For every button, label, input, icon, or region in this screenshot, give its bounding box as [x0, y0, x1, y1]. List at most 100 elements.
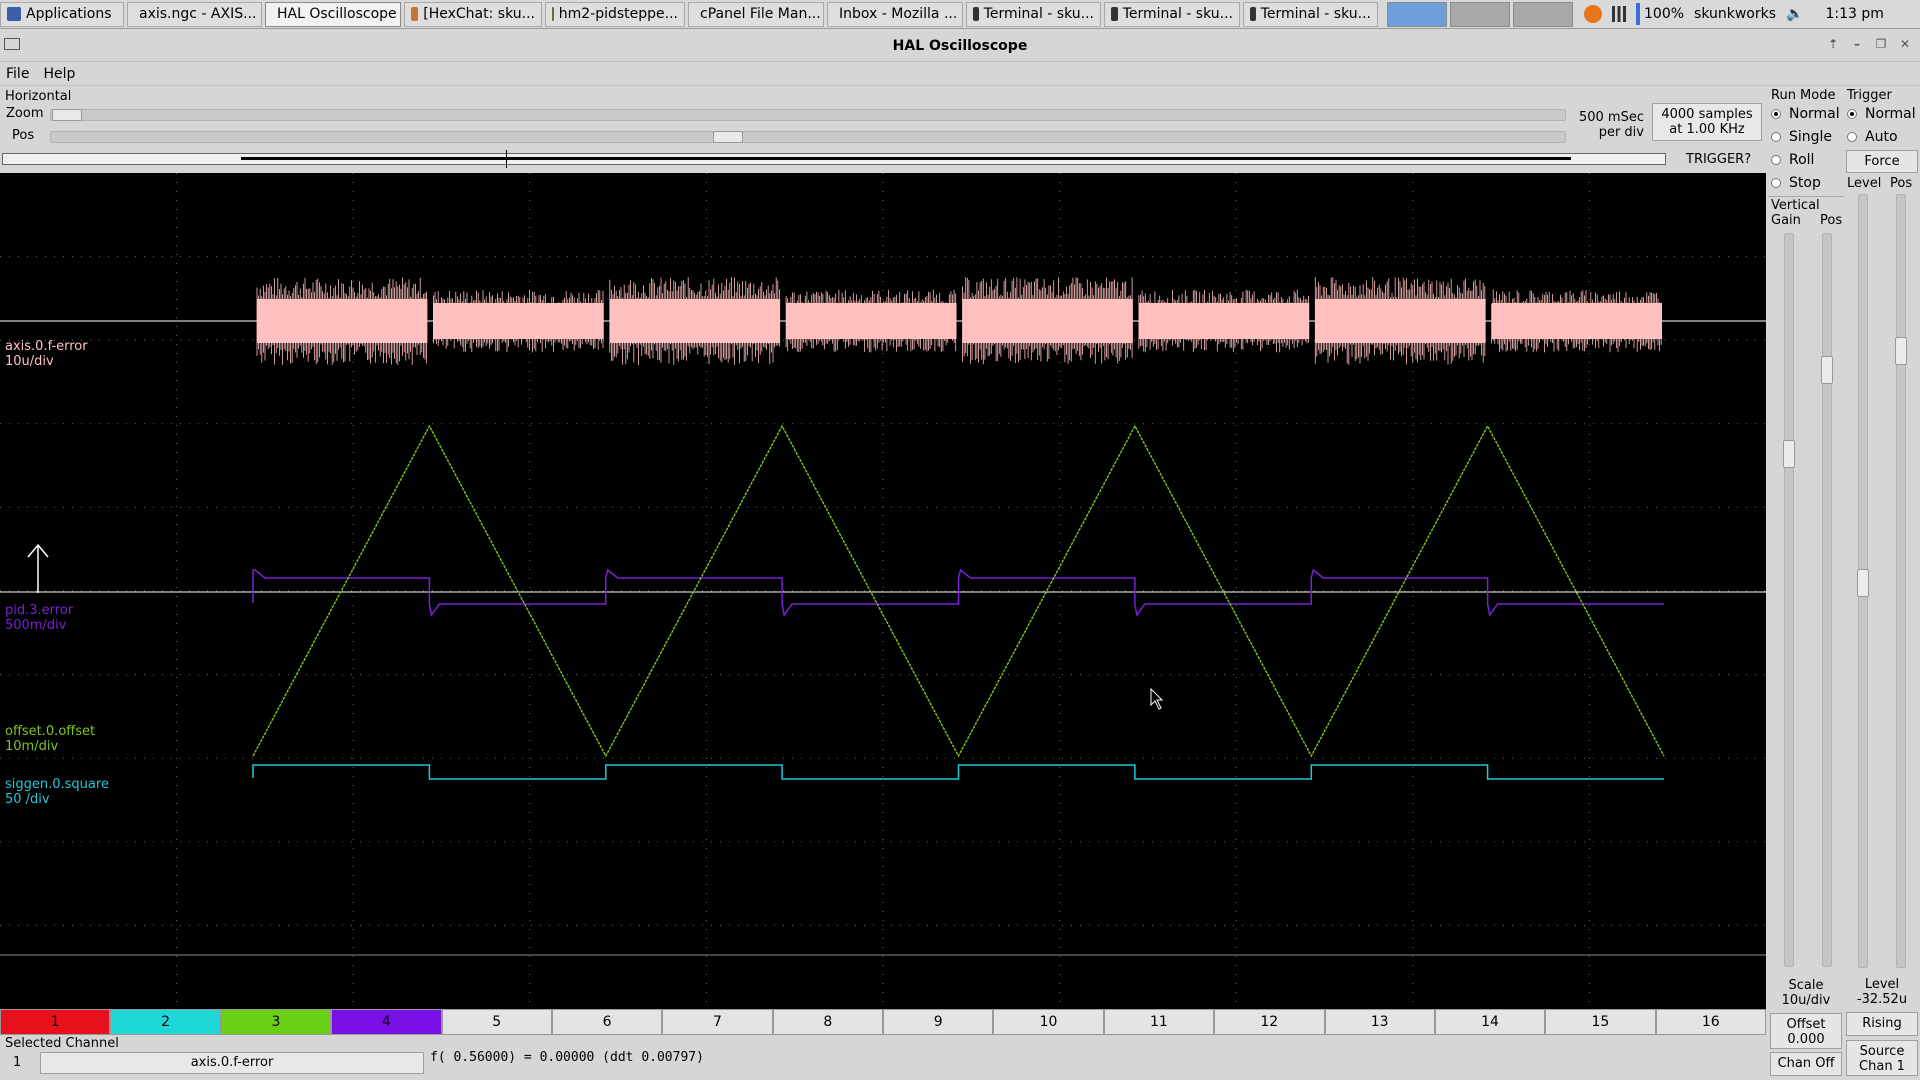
menu-help[interactable]: Help	[43, 66, 75, 82]
channel-button-9[interactable]: 9	[883, 1009, 994, 1035]
channel-button-11[interactable]: 11	[1103, 1009, 1215, 1035]
taskbar-item-4[interactable]: hm2-pidsteppe...	[545, 1, 685, 27]
channel-button-4[interactable]: 4	[331, 1009, 442, 1035]
channel-button-8[interactable]: 8	[772, 1009, 883, 1035]
position-slider[interactable]	[50, 131, 1566, 143]
force-trigger-button[interactable]: Force	[1846, 150, 1918, 173]
trigger-edge-button[interactable]: Rising	[1846, 1012, 1918, 1036]
taskbar-item-6[interactable]: Inbox - Mozilla ...	[827, 1, 963, 27]
trigger-source-title: Source	[1859, 1044, 1905, 1059]
channel-4-scale: 500m/div	[5, 618, 67, 633]
trigger-level-value: -32.52u	[1856, 992, 1908, 1007]
channel-button-5[interactable]: 5	[441, 1009, 552, 1035]
trigger-level-label: Level	[1847, 176, 1882, 191]
trigger-mode-auto[interactable]: Auto	[1847, 129, 1898, 145]
trigger-level-readout: Level -32.52u	[1844, 977, 1920, 1007]
window-title: HAL Oscilloscope	[892, 37, 1028, 54]
selected-channel-name-button[interactable]: axis.0.f-error	[40, 1052, 424, 1074]
taskbar-item-2[interactable]: HAL Oscilloscope	[265, 1, 401, 27]
channel-button-12[interactable]: 12	[1214, 1009, 1325, 1035]
workspace-3[interactable]	[1513, 1, 1573, 27]
channel-3-name: offset.0.offset	[5, 724, 96, 739]
terminal-icon	[973, 7, 979, 21]
gain-slider[interactable]	[1783, 233, 1795, 967]
network-icon[interactable]	[1612, 6, 1626, 22]
trigger-level-thumb[interactable]	[1857, 569, 1869, 597]
system-tray: 100% skunkworks 🔈 1:13 pm	[1584, 3, 1894, 25]
channel-button-16[interactable]: 16	[1655, 1009, 1766, 1035]
volume-icon[interactable]: 🔈	[1786, 6, 1803, 22]
vertical-pos-label: Pos	[1820, 213, 1843, 228]
position-slider-thumb[interactable]	[713, 131, 743, 143]
scale-readout: Scale 10u/div	[1768, 978, 1844, 1008]
taskbar-item-7[interactable]: Terminal - sku...	[966, 1, 1101, 27]
shade-icon[interactable]: ⇡	[1824, 37, 1842, 53]
channel-3-label: offset.0.offset 10m/div	[5, 724, 95, 754]
channel-button-2[interactable]: 2	[110, 1009, 221, 1035]
title-bar[interactable]: HAL Oscilloscope ⇡ – ❐ ✕	[0, 30, 1920, 62]
run-mode-stop[interactable]: Stop	[1771, 175, 1821, 191]
chan-off-button[interactable]: Chan Off	[1770, 1052, 1842, 1076]
channel-4-label: pid.3.error 500m/div	[5, 603, 73, 633]
channel-button-7[interactable]: 7	[662, 1009, 773, 1035]
taskbar-item-label: Terminal - sku...	[983, 6, 1094, 22]
maximize-icon[interactable]: ❐	[1872, 37, 1890, 53]
minimize-icon[interactable]: –	[1848, 37, 1866, 53]
menu-bar: File Help	[0, 62, 1920, 86]
samples-count: 4000 samples	[1661, 107, 1753, 122]
pos-label: Pos	[12, 128, 35, 143]
taskbar-item-label: axis.ngc - AXIS...	[139, 6, 257, 22]
channel-button-1[interactable]: 1	[0, 1009, 111, 1035]
trigger-pos-label: Pos	[1890, 176, 1913, 191]
trigger-mode-normal[interactable]: Normal	[1847, 106, 1916, 122]
scope-display[interactable]: axis.0.f-error 10u/div pid.3.error 500m/…	[0, 173, 1766, 1009]
run-mode-panel: Run Mode Normal Single Roll Stop	[1768, 88, 1844, 194]
run-mode-normal[interactable]: Normal	[1771, 106, 1840, 122]
sample-rate: at 1.00 KHz	[1669, 122, 1745, 137]
firefox-icon[interactable]	[1584, 5, 1602, 23]
channel-1-label: axis.0.f-error 10u/div	[5, 339, 88, 369]
channel-2-label: siggen.0.square 50 /div	[5, 777, 109, 807]
offset-button[interactable]: Offset 0.000	[1770, 1013, 1842, 1049]
samples-button[interactable]: 4000 samples at 1.00 KHz	[1652, 103, 1762, 141]
close-icon[interactable]: ✕	[1896, 37, 1914, 53]
vertical-pos-slider-thumb[interactable]	[1821, 356, 1833, 384]
taskbar-item-8[interactable]: Terminal - sku...	[1104, 1, 1240, 27]
trigger-pos-thumb[interactable]	[1895, 337, 1907, 365]
taskbar: Applications axis.ngc - AXIS... HAL Oscill…	[0, 0, 1920, 29]
zoom-slider[interactable]	[50, 109, 1566, 121]
channel-1-name: axis.0.f-error	[5, 339, 88, 354]
channel-button-3[interactable]: 3	[220, 1009, 332, 1035]
channel-button-15[interactable]: 15	[1545, 1009, 1656, 1035]
trigger-pos-slider[interactable]	[1895, 194, 1907, 968]
battery-icon[interactable]	[1636, 3, 1640, 25]
user-name[interactable]: skunkworks	[1694, 6, 1776, 22]
channel-button-10[interactable]: 10	[993, 1009, 1104, 1035]
run-mode-single[interactable]: Single	[1771, 129, 1832, 145]
taskbar-item-label: hm2-pidsteppe...	[558, 6, 678, 22]
taskbar-item-9[interactable]: Terminal - sku...	[1243, 1, 1378, 27]
horizontal-panel: Horizontal Zoom Pos 500 mSec per div 400…	[0, 88, 1768, 172]
taskbar-item-1[interactable]: axis.ngc - AXIS...	[127, 1, 262, 27]
trigger-level-slider[interactable]	[1857, 194, 1869, 968]
workspace-2[interactable]	[1450, 1, 1510, 27]
workspace-1[interactable]	[1387, 1, 1447, 27]
window-icon[interactable]	[4, 38, 20, 50]
gain-slider-thumb[interactable]	[1783, 440, 1795, 468]
channel-button-13[interactable]: 13	[1324, 1009, 1435, 1035]
run-mode-roll[interactable]: Roll	[1771, 152, 1814, 168]
taskbar-item-0[interactable]: Applications	[0, 1, 124, 27]
taskbar-item-5[interactable]: cPanel File Man...	[688, 1, 824, 27]
scale-title: Scale	[1788, 978, 1824, 993]
menu-file[interactable]: File	[6, 66, 29, 82]
waveform-canvas[interactable]	[0, 173, 1766, 1009]
clock[interactable]: 1:13 pm	[1825, 6, 1883, 22]
channel-button-6[interactable]: 6	[551, 1009, 663, 1035]
trigger-arrow-icon	[27, 543, 49, 593]
channel-button-14[interactable]: 14	[1434, 1009, 1546, 1035]
taskbar-item-3[interactable]: [HexChat: sku...	[404, 1, 542, 27]
vertical-pos-slider[interactable]	[1821, 233, 1833, 967]
zoom-slider-thumb[interactable]	[52, 109, 82, 121]
terminal-icon	[1111, 7, 1118, 21]
trigger-source-button[interactable]: Source Chan 1	[1846, 1040, 1918, 1076]
